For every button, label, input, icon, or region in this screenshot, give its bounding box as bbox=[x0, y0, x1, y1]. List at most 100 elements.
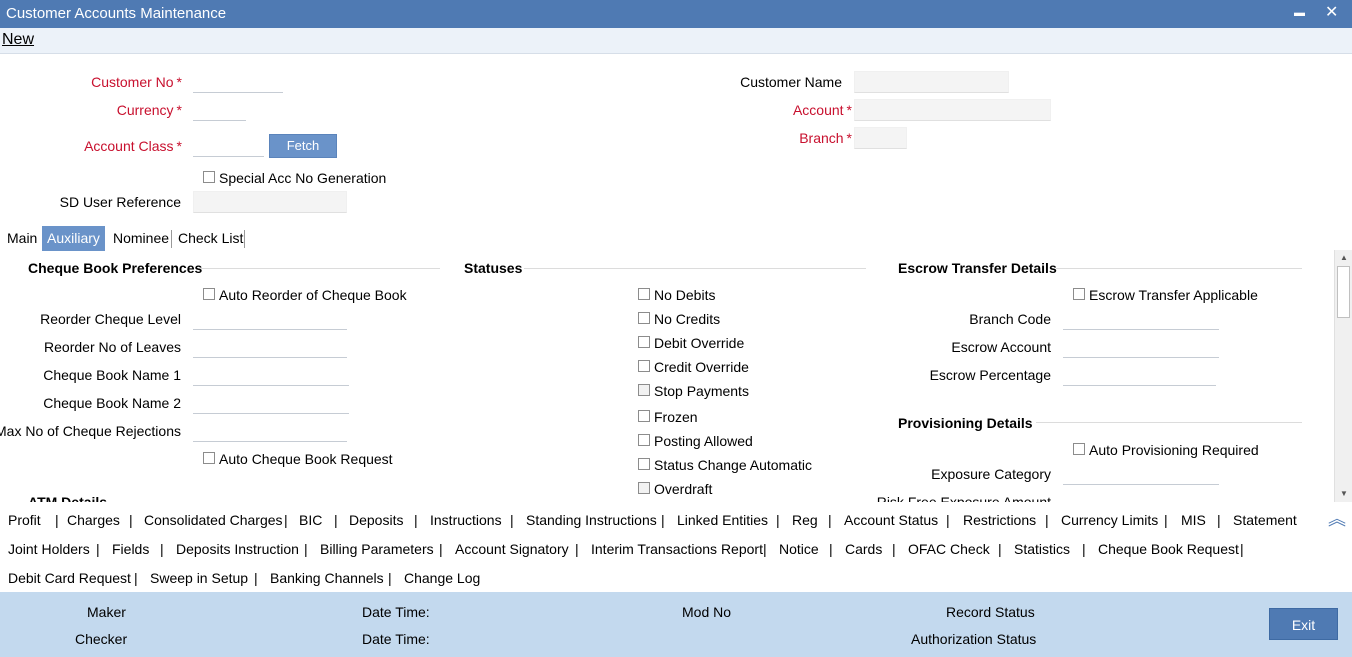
tab-nominee[interactable]: Nominee bbox=[108, 226, 174, 251]
link-separator: | bbox=[334, 512, 338, 528]
link-change-log[interactable]: Change Log bbox=[404, 570, 480, 586]
fetch-button[interactable]: Fetch bbox=[269, 134, 337, 158]
link-separator: | bbox=[129, 512, 133, 528]
sd-user-ref-input[interactable] bbox=[193, 191, 347, 213]
max-rejections-input[interactable] bbox=[193, 420, 347, 442]
link-profit[interactable]: Profit bbox=[8, 512, 41, 528]
escrow-applicable-label: Escrow Transfer Applicable bbox=[1089, 287, 1258, 303]
link-fields[interactable]: Fields bbox=[112, 541, 149, 557]
link-billing-parameters[interactable]: Billing Parameters bbox=[320, 541, 434, 557]
account-class-input[interactable] bbox=[193, 135, 264, 157]
escrow-account-input[interactable] bbox=[1063, 336, 1219, 358]
link-interim-transactions-report[interactable]: Interim Transactions Report bbox=[591, 541, 763, 557]
escrow-percentage-label: Escrow Percentage bbox=[929, 367, 1051, 383]
posting-allowed-checkbox[interactable] bbox=[638, 434, 650, 446]
link-charges[interactable]: Charges bbox=[67, 512, 120, 528]
link-standing-instructions[interactable]: Standing Instructions bbox=[526, 512, 657, 528]
auto-cheque-request-checkbox[interactable] bbox=[203, 452, 215, 464]
auto-reorder-checkbox[interactable] bbox=[203, 288, 215, 300]
link-statistics[interactable]: Statistics bbox=[1014, 541, 1070, 557]
customer-name-input[interactable] bbox=[854, 71, 1009, 93]
link-separator: | bbox=[829, 541, 833, 557]
status-change-checkbox[interactable] bbox=[638, 458, 650, 470]
tab-main[interactable]: Main bbox=[2, 226, 42, 251]
exit-button[interactable]: Exit bbox=[1269, 608, 1338, 640]
atm-details-title: ATM Details bbox=[28, 494, 108, 502]
branch-input[interactable] bbox=[854, 127, 907, 149]
minimize-icon[interactable]: ▬ bbox=[1294, 7, 1305, 19]
special-acc-checkbox[interactable] bbox=[203, 171, 215, 183]
link-separator: | bbox=[160, 541, 164, 557]
link-debit-card-request[interactable]: Debit Card Request bbox=[8, 570, 131, 586]
link-statement[interactable]: Statement bbox=[1233, 512, 1297, 528]
link-consolidated-charges[interactable]: Consolidated Charges bbox=[144, 512, 283, 528]
link-account-signatory[interactable]: Account Signatory bbox=[455, 541, 569, 557]
scroll-down-icon[interactable]: ▼ bbox=[1340, 489, 1348, 498]
link-joint-holders[interactable]: Joint Holders bbox=[8, 541, 90, 557]
stop-payments-checkbox[interactable] bbox=[638, 384, 650, 396]
account-label: Account * bbox=[792, 102, 852, 118]
frozen-label: Frozen bbox=[654, 409, 698, 425]
link-sweep-in-setup[interactable]: Sweep in Setup bbox=[150, 570, 248, 586]
link-reg[interactable]: Reg bbox=[792, 512, 818, 528]
frozen-checkbox[interactable] bbox=[638, 410, 650, 422]
link-cards[interactable]: Cards bbox=[845, 541, 882, 557]
scroll-thumb[interactable] bbox=[1337, 266, 1350, 318]
link-linked-entities[interactable]: Linked Entities bbox=[677, 512, 768, 528]
link-mis[interactable]: MIS bbox=[1181, 512, 1206, 528]
account-input[interactable] bbox=[854, 99, 1051, 121]
status-change-label: Status Change Automatic bbox=[654, 457, 812, 473]
link-deposits-instruction[interactable]: Deposits Instruction bbox=[176, 541, 299, 557]
link-separator: | bbox=[304, 541, 308, 557]
cheque-name2-input[interactable] bbox=[193, 392, 349, 414]
close-icon[interactable]: ✕ bbox=[1325, 2, 1338, 22]
link-account-status[interactable]: Account Status bbox=[844, 512, 938, 528]
reorder-level-input[interactable] bbox=[193, 308, 347, 330]
audit-footer: Maker Checker Date Time: Date Time: Mod … bbox=[0, 592, 1352, 657]
maker-label: Maker bbox=[87, 604, 126, 620]
cheque-name1-input[interactable] bbox=[193, 364, 349, 386]
debit-override-checkbox[interactable] bbox=[638, 336, 650, 348]
no-credits-checkbox[interactable] bbox=[638, 312, 650, 324]
authorization-status-label: Authorization Status bbox=[911, 631, 1037, 647]
currency-input[interactable] bbox=[193, 99, 246, 121]
link-notice[interactable]: Notice bbox=[779, 541, 819, 557]
customer-no-input[interactable] bbox=[193, 71, 283, 93]
link-separator: | bbox=[254, 570, 258, 586]
escrow-title: Escrow Transfer Details bbox=[898, 260, 1057, 276]
link-ofac-check[interactable]: OFAC Check bbox=[908, 541, 990, 557]
link-deposits[interactable]: Deposits bbox=[349, 512, 403, 528]
provisioning-title: Provisioning Details bbox=[898, 415, 1033, 431]
link-cheque-book-request[interactable]: Cheque Book Request bbox=[1098, 541, 1239, 557]
link-separator: | bbox=[575, 541, 579, 557]
collapse-up-icon[interactable]: ︽ bbox=[1328, 505, 1346, 531]
auto-provisioning-checkbox[interactable] bbox=[1073, 443, 1085, 455]
link-separator: | bbox=[284, 512, 288, 528]
branch-code-input[interactable] bbox=[1063, 308, 1219, 330]
vertical-scrollbar[interactable]: ▲ ▼ bbox=[1334, 250, 1352, 502]
posting-allowed-label: Posting Allowed bbox=[654, 433, 753, 449]
customer-name-label: Customer Name bbox=[740, 74, 842, 90]
cheque-name1-label: Cheque Book Name 1 bbox=[43, 367, 181, 383]
reorder-leaves-input[interactable] bbox=[193, 336, 347, 358]
link-separator: | bbox=[388, 570, 392, 586]
link-restrictions[interactable]: Restrictions bbox=[963, 512, 1036, 528]
escrow-percentage-input[interactable] bbox=[1063, 364, 1216, 386]
tab-auxiliary[interactable]: Auxiliary bbox=[42, 226, 105, 251]
link-separator: | bbox=[439, 541, 443, 557]
tab-check-list[interactable]: Check List bbox=[173, 226, 248, 251]
exposure-category-input[interactable] bbox=[1063, 463, 1219, 485]
subsystem-links: Profit | Charges | Consolidated Charges … bbox=[0, 505, 1352, 592]
credit-override-checkbox[interactable] bbox=[638, 360, 650, 372]
link-bic[interactable]: BIC bbox=[299, 512, 322, 528]
scroll-up-icon[interactable]: ▲ bbox=[1340, 253, 1348, 262]
link-instructions[interactable]: Instructions bbox=[430, 512, 502, 528]
escrow-applicable-checkbox[interactable] bbox=[1073, 288, 1085, 300]
divider bbox=[200, 268, 440, 269]
overdraft-checkbox[interactable] bbox=[638, 482, 650, 494]
link-separator: | bbox=[134, 570, 138, 586]
no-debits-checkbox[interactable] bbox=[638, 288, 650, 300]
new-link[interactable]: New bbox=[2, 31, 34, 49]
link-currency-limits[interactable]: Currency Limits bbox=[1061, 512, 1158, 528]
link-banking-channels[interactable]: Banking Channels bbox=[270, 570, 384, 586]
